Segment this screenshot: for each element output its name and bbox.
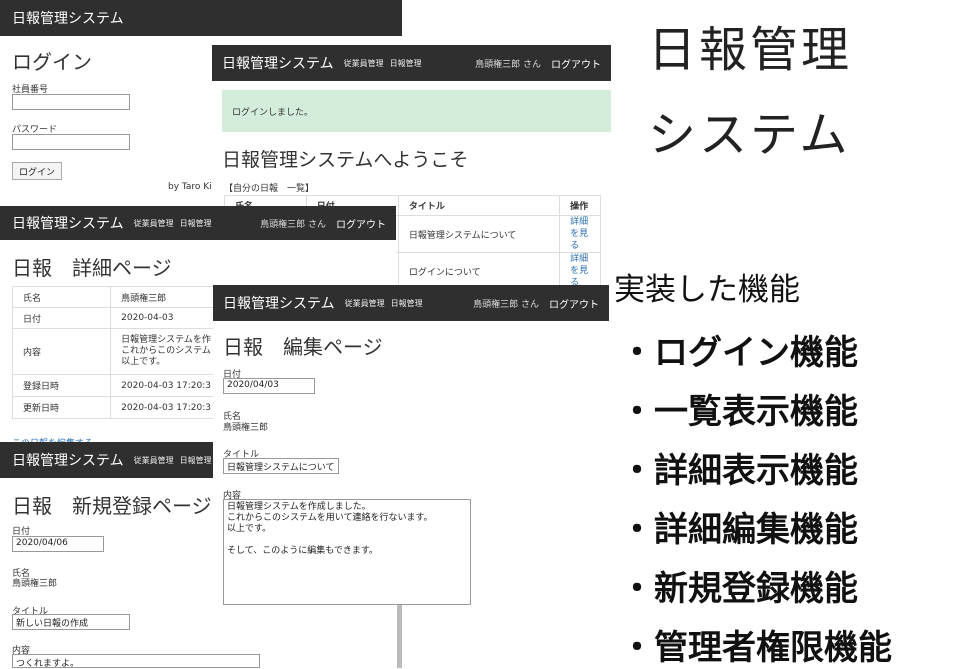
detail-link[interactable]: 詳細を見る [559, 215, 601, 253]
content-textarea[interactable]: 日報管理システムを作成しました。 これからこのシステムを用いて連絡を行ないます。… [223, 499, 471, 605]
edit-title: 日報 編集ページ [223, 335, 383, 359]
cell-title: 日報管理システムについて [397, 215, 561, 253]
feature-item: ・新規登録機能 [620, 569, 858, 609]
title-input[interactable]: 日報管理システムについて [223, 458, 339, 474]
content-line: そして、このように編集もできます。 [227, 546, 379, 556]
date-input[interactable]: 2020/04/03 [223, 378, 315, 394]
logout-link[interactable]: ログアウト [551, 56, 601, 71]
detail-label: 更新日時 [11, 396, 112, 419]
detail-value: 2020-04-03 17:20:3 [110, 396, 222, 419]
flash-text: ログインしました。 [232, 107, 314, 118]
content-line: これからこのシステムを用いて連絡を行ないます。 [227, 513, 433, 523]
app-brand: 日報管理システム [12, 11, 124, 27]
new-brand[interactable]: 日報管理システム [12, 450, 124, 470]
logout-link[interactable]: ログアウト [336, 216, 386, 231]
content-textarea[interactable]: つくれますよ。 [12, 654, 260, 668]
title-input[interactable]: 新しい日報の作成 [12, 614, 130, 630]
content-line: 以上です。 [227, 524, 272, 534]
nav-employees[interactable]: 従業員管理 [344, 58, 384, 69]
detail-table: 氏名 鳥頭権三郎 日付 2020-04-03 内容 日報管理システムを作 これか… [11, 286, 222, 419]
features-heading: 実装した機能 [614, 272, 800, 308]
current-user: 鳥頭権三郎 さん [475, 59, 541, 70]
detail-value: 2020-04-03 [110, 307, 222, 329]
content-line [227, 535, 467, 546]
detail-title: 日報 詳細ページ [12, 256, 172, 280]
edit-header: 日報管理システム 従業員管理 日報管理 鳥頭権三郎 さん ログアウト [213, 285, 609, 321]
nav-reports[interactable]: 日報管理 [390, 58, 422, 69]
detail-row: 日付 2020-04-03 [11, 307, 222, 329]
feature-item: ・詳細編集機能 [620, 510, 858, 550]
password-input[interactable] [12, 134, 130, 150]
current-user: 鳥頭権三郎 さん [473, 299, 539, 310]
slide-title-line2: システム [648, 107, 851, 163]
top-header: 日報管理システム 従業員管理 日報管理 鳥頭権三郎 さん ログアウト [212, 45, 611, 81]
detail-row: 氏名 鳥頭権三郎 [11, 286, 222, 308]
login-header: 日報管理システム [0, 0, 402, 36]
name-value: 鳥頭権三郎 [12, 579, 58, 589]
detail-value: 日報管理システムを作 これからこのシステム 以上です。 [110, 328, 222, 375]
date-input[interactable]: 2020/04/06 [12, 536, 104, 552]
feature-item: ・ログイン機能 [620, 333, 858, 373]
detail-row: 内容 日報管理システムを作 これからこのシステム 以上です。 [11, 328, 222, 375]
col-action: 操作 [559, 195, 601, 216]
content-line: 日報管理システムを作成しました。 [227, 502, 371, 512]
divider [397, 605, 402, 668]
detail-label: 内容 [11, 328, 112, 375]
detail-label: 登録日時 [11, 374, 112, 397]
feature-item: ・詳細表示機能 [620, 451, 858, 491]
edit-page-screenshot: 日報管理システム 従業員管理 日報管理 鳥頭権三郎 さん ログアウト 日報 編集… [213, 285, 609, 605]
detail-row: 更新日時 2020-04-03 17:20:3 [11, 396, 222, 419]
edit-brand[interactable]: 日報管理システム [223, 293, 335, 313]
employee-number-input[interactable] [12, 94, 130, 110]
login-footer: by Taro Kir [168, 182, 216, 192]
cell-title: ログインについて [397, 252, 561, 290]
flash-message: ログインしました。 [222, 90, 611, 132]
detail-brand[interactable]: 日報管理システム [12, 213, 124, 233]
slide-title-line1: 日報管理 [648, 22, 853, 78]
nav-reports[interactable]: 日報管理 [180, 218, 212, 229]
detail-label: 日付 [11, 307, 112, 329]
detail-link[interactable]: 詳細を見る [559, 252, 601, 290]
new-title: 日報 新規登録ページ [12, 494, 212, 518]
current-user: 鳥頭権三郎 さん [260, 219, 326, 230]
nav-employees[interactable]: 従業員管理 [345, 298, 385, 309]
feature-item: ・一覧表示機能 [620, 392, 858, 432]
detail-value: 鳥頭権三郎 [110, 286, 222, 308]
logout-link[interactable]: ログアウト [549, 296, 599, 311]
login-button[interactable]: ログイン [12, 162, 63, 180]
detail-header: 日報管理システム 従業員管理 日報管理 鳥頭権三郎 さん ログアウト [0, 206, 396, 240]
list-heading: 【自分の日報 一覧】 [224, 184, 315, 194]
detail-value: 2020-04-03 17:20:3 [110, 374, 222, 397]
col-title: タイトル [397, 195, 561, 216]
login-title: ログイン [12, 50, 92, 74]
nav-employees[interactable]: 従業員管理 [134, 218, 174, 229]
top-brand[interactable]: 日報管理システム [222, 53, 334, 73]
detail-label: 氏名 [11, 286, 112, 308]
nav-employees[interactable]: 従業員管理 [134, 455, 174, 466]
welcome-title: 日報管理システムへようこそ [222, 149, 469, 171]
feature-item: ・管理者権限機能 [620, 628, 892, 668]
name-value: 鳥頭権三郎 [223, 423, 269, 433]
nav-reports[interactable]: 日報管理 [180, 455, 212, 466]
detail-row: 登録日時 2020-04-03 17:20:3 [11, 374, 222, 397]
nav-reports[interactable]: 日報管理 [391, 298, 423, 309]
